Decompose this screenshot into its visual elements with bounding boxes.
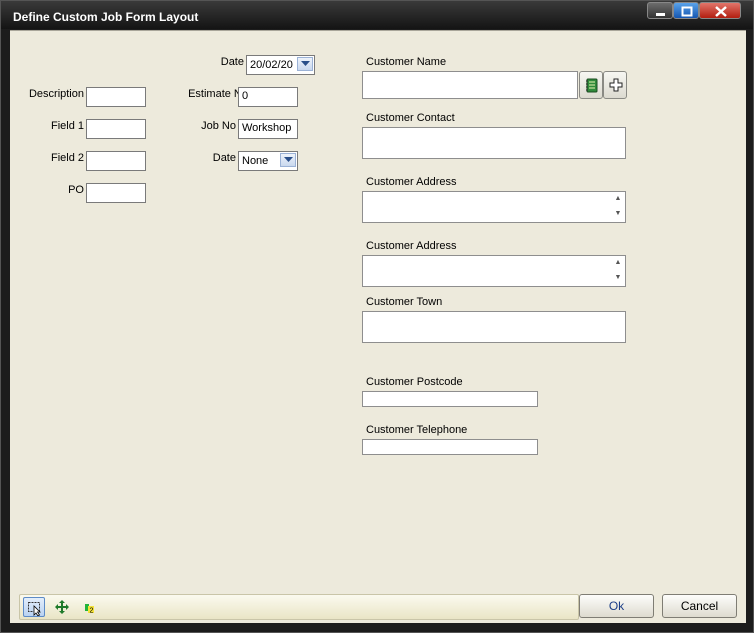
date-dropdown-button[interactable] — [297, 57, 313, 71]
customer-name-label: Customer Name — [366, 56, 447, 68]
maximize-button[interactable] — [673, 2, 699, 19]
date2-dropdown[interactable]: None — [238, 151, 298, 171]
customer-contact-label: Customer Contact — [366, 112, 455, 124]
job-no-label: Job No — [201, 120, 236, 132]
maximize-icon — [681, 6, 693, 17]
date2-dropdown-button[interactable] — [280, 153, 296, 167]
date-value: 20/02/20 — [250, 59, 293, 71]
date-picker[interactable]: 20/02/20 — [246, 55, 315, 75]
title-bar[interactable]: Define Custom Job Form Layout — [1, 1, 753, 29]
tab-order-badge: 2 — [90, 608, 94, 615]
customer-address-1-label: Customer Address — [366, 176, 457, 188]
customer-contact-field[interactable] — [362, 127, 626, 159]
design-toolbar: 2 — [19, 594, 579, 620]
customer-address-2-field[interactable]: ▲ ▼ — [362, 255, 626, 287]
scroll-up-icon[interactable]: ▲ — [614, 195, 622, 203]
customer-telephone-field[interactable] — [362, 439, 538, 455]
minimize-icon — [656, 13, 665, 16]
ok-button-label: Ok — [608, 599, 625, 613]
address-book-button[interactable] — [579, 71, 603, 99]
customer-postcode-label: Customer Postcode — [366, 376, 463, 388]
scroll-down-icon[interactable]: ▼ — [614, 274, 622, 282]
description-field[interactable] — [86, 87, 146, 107]
customer-postcode-field[interactable] — [362, 391, 538, 407]
chevron-down-icon — [301, 61, 310, 66]
customer-town-label: Customer Town — [366, 296, 443, 308]
dialog-window: Define Custom Job Form Layout Descriptio… — [0, 0, 754, 633]
ok-button[interactable]: Ok — [579, 594, 654, 618]
po-label: PO — [68, 184, 84, 196]
tab-order-tool-button[interactable]: 2 — [79, 597, 101, 617]
field1-label: Field 1 — [50, 120, 84, 132]
estimate-no-field[interactable]: 0 — [238, 87, 298, 107]
cancel-button[interactable]: Cancel — [662, 594, 737, 618]
window-title: Define Custom Job Form Layout — [13, 10, 199, 24]
job-no-field[interactable]: Workshop — [238, 119, 298, 139]
add-customer-button[interactable] — [603, 71, 627, 99]
description-label: Description — [28, 88, 84, 100]
date2-label: Date — [212, 152, 236, 164]
field1-field[interactable] — [86, 119, 146, 139]
plus-icon — [609, 78, 623, 92]
select-tool-button[interactable] — [23, 597, 45, 617]
estimate-no-label: Estimate No — [188, 88, 248, 100]
customer-name-field[interactable] — [362, 71, 578, 99]
scroll-down-icon[interactable]: ▼ — [614, 210, 622, 218]
close-icon — [715, 6, 727, 17]
date2-value: None — [242, 155, 269, 167]
form-layout-canvas: Description Field 1 Field 2 PO Date 20/0… — [10, 30, 746, 623]
chevron-down-icon — [284, 157, 293, 162]
scroll-up-icon[interactable]: ▲ — [614, 259, 622, 267]
customer-address-2-label: Customer Address — [366, 240, 457, 252]
field2-label: Field 2 — [50, 152, 84, 164]
address-book-icon — [586, 78, 598, 93]
customer-address-1-field[interactable]: ▲ ▼ — [362, 191, 626, 223]
move-tool-button[interactable] — [51, 597, 73, 617]
move-tool-icon — [55, 600, 69, 614]
tab-order-tool-icon: 2 — [85, 604, 94, 615]
field2-field[interactable] — [86, 151, 146, 171]
po-field[interactable] — [86, 183, 146, 203]
date-label: Date — [220, 56, 244, 68]
cancel-button-label: Cancel — [680, 599, 719, 613]
customer-telephone-label: Customer Telephone — [366, 424, 468, 436]
select-tool-icon — [28, 602, 41, 616]
customer-town-field[interactable] — [362, 311, 626, 343]
close-button[interactable] — [699, 2, 741, 19]
minimize-button[interactable] — [647, 2, 673, 19]
